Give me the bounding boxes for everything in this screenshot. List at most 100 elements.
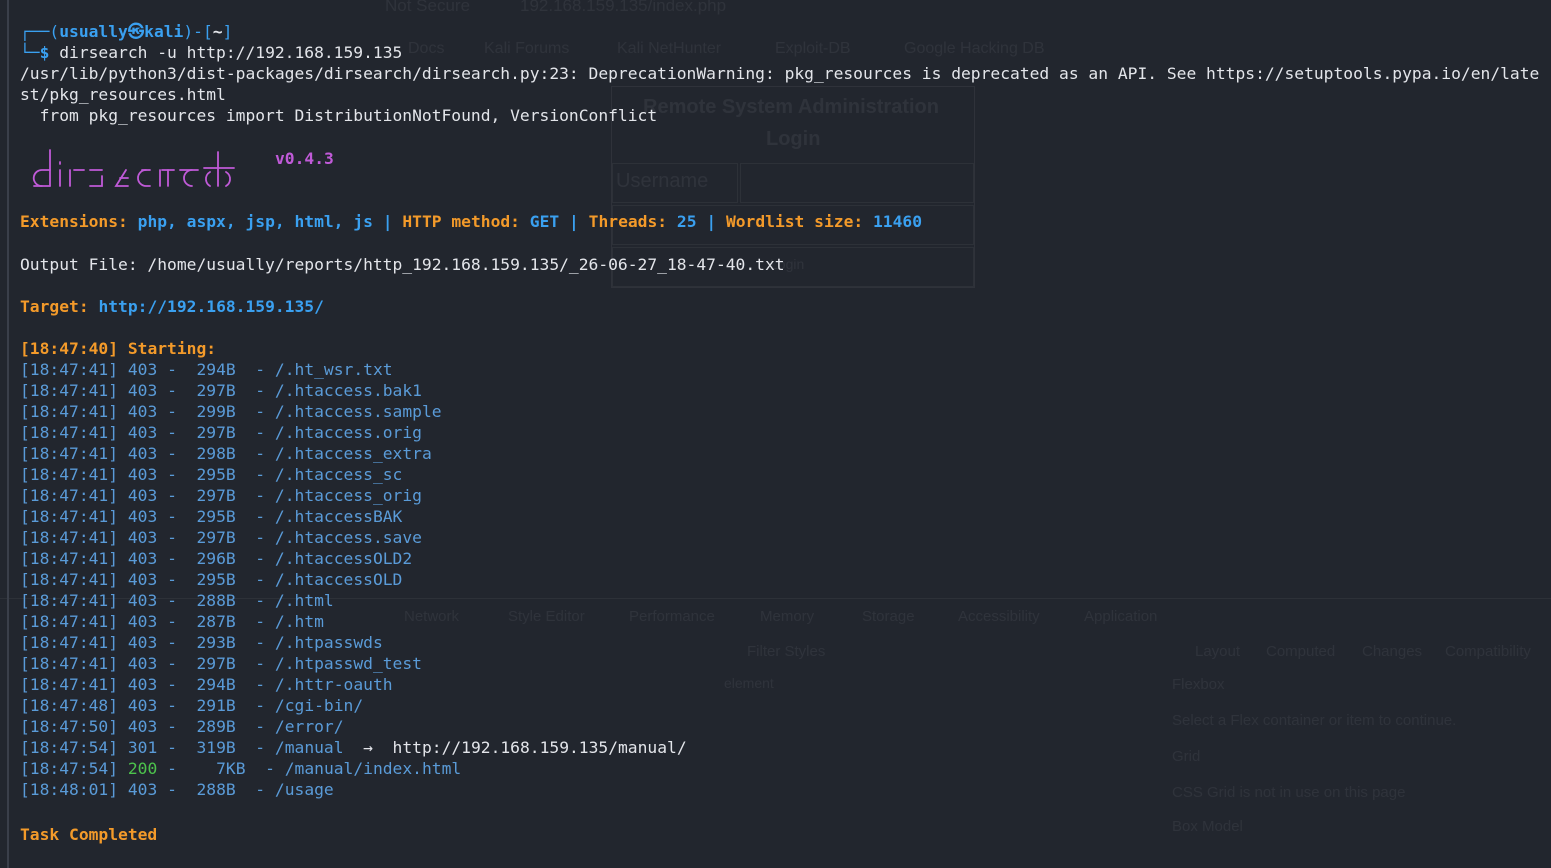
prompt-host: kali — [144, 22, 184, 41]
dirsearch-ascii-logo — [28, 146, 248, 190]
result-redirect: → http://192.168.159.135/manual/ — [343, 738, 687, 757]
wordlist-label: Wordlist size: — [725, 212, 864, 231]
target-line: Target: http://192.168.159.135/ — [20, 296, 324, 317]
result-size: 293B — [186, 633, 236, 652]
table-row: [18:47:41] 403 - 287B - /.htm — [20, 612, 324, 631]
result-status: 403 — [127, 780, 158, 799]
terminal-output[interactable]: ┌──(usually㉿kali)-[~] └─$ dirsearch -u h… — [0, 0, 1551, 868]
result-time: [18:47:41] — [20, 633, 119, 652]
result-time: [18:47:54] — [20, 738, 119, 757]
result-status: 403 — [127, 717, 158, 736]
command-text: dirsearch -u http://192.168.159.135 — [59, 43, 403, 62]
prompt-path: ~ — [212, 22, 223, 41]
table-row: [18:47:41] 403 - 295B - /.htaccess_sc — [20, 465, 403, 484]
result-status: 403 — [127, 465, 158, 484]
wordlist-value: 11460 — [872, 212, 922, 231]
warning-line-1: /usr/lib/python3/dist-packages/dirsearch… — [20, 64, 1540, 83]
result-path: /.html — [274, 591, 334, 610]
result-status: 301 — [127, 738, 158, 757]
result-status: 200 — [127, 759, 158, 778]
result-time: [18:47:41] — [20, 360, 119, 379]
table-row: [18:47:41] 403 - 297B - /.htpasswd_test — [20, 654, 422, 673]
result-time: [18:47:41] — [20, 381, 119, 400]
result-time: [18:47:41] — [20, 549, 119, 568]
result-path: /.httr-oauth — [274, 675, 393, 694]
command-line: └─$ dirsearch -u http://192.168.159.135 — [20, 43, 403, 62]
result-size: 7KB — [186, 759, 246, 778]
warning-line-3: from pkg_resources import DistributionNo… — [20, 106, 658, 125]
table-row: [18:47:48] 403 - 291B - /cgi-bin/ — [20, 696, 364, 715]
starting-label: Starting: — [127, 339, 217, 358]
table-row: [18:47:41] 403 - 295B - /.htaccessBAK — [20, 507, 403, 526]
table-row: [18:47:41] 403 - 297B - /.htaccess.orig — [20, 423, 422, 442]
task-completed: Task Completed — [20, 825, 158, 844]
table-row: [18:47:50] 403 - 289B - /error/ — [20, 717, 344, 736]
table-row: [18:47:41] 403 - 296B - /.htaccessOLD2 — [20, 549, 413, 568]
result-time: [18:47:41] — [20, 507, 119, 526]
result-status: 403 — [127, 675, 158, 694]
result-size: 297B — [186, 381, 236, 400]
result-path: /.htaccess.sample — [274, 402, 442, 421]
config-line: Extensions: php, aspx, jsp, html, js | H… — [20, 212, 922, 231]
result-size: 296B — [186, 549, 236, 568]
result-size: 287B — [186, 612, 236, 631]
result-size: 297B — [186, 486, 236, 505]
method-value: GET — [529, 212, 560, 231]
result-time: [18:47:41] — [20, 444, 119, 463]
extensions-value: php, aspx, jsp, html, js — [137, 212, 373, 231]
starting-line: [18:47:40] Starting: — [20, 338, 216, 359]
result-status: 403 — [127, 633, 158, 652]
result-time: [18:47:41] — [20, 465, 119, 484]
result-size: 295B — [186, 507, 236, 526]
result-size: 297B — [186, 423, 236, 442]
result-time: [18:47:41] — [20, 654, 119, 673]
result-status: 403 — [127, 654, 158, 673]
result-path: /.htpasswd_test — [274, 654, 422, 673]
target-label: Target: — [20, 297, 89, 316]
result-path: /.ht_wsr.txt — [274, 360, 393, 379]
table-row: [18:47:41] 403 - 297B - /.htaccess.bak1 — [20, 381, 422, 400]
result-size: 319B — [186, 738, 236, 757]
result-path: /.htaccess_orig — [274, 486, 422, 505]
table-row: [18:47:41] 403 - 297B - /.htaccess.save — [20, 528, 422, 547]
result-status: 403 — [127, 507, 158, 526]
result-size: 291B — [186, 696, 236, 715]
result-status: 403 — [127, 486, 158, 505]
target-url: http://192.168.159.135/ — [98, 297, 324, 316]
table-row: [18:47:41] 403 - 299B - /.htaccess.sampl… — [20, 402, 442, 421]
method-label: HTTP method: — [402, 212, 520, 231]
result-time: [18:47:54] — [20, 759, 119, 778]
result-status: 403 — [127, 402, 158, 421]
result-path: /cgi-bin/ — [274, 696, 364, 715]
result-size: 295B — [186, 465, 236, 484]
prompt-symbol: ㉿ — [127, 22, 145, 41]
result-size: 294B — [186, 675, 236, 694]
result-time: [18:47:41] — [20, 402, 119, 421]
table-row: [18:47:41] 403 - 294B - /.ht_wsr.txt — [20, 360, 393, 379]
result-path: /error/ — [274, 717, 344, 736]
result-size: 297B — [186, 654, 236, 673]
result-path: /manual/index.html — [284, 759, 462, 778]
result-path: /.htaccess_sc — [274, 465, 403, 484]
result-size: 288B — [186, 780, 236, 799]
result-status: 403 — [127, 360, 158, 379]
result-path: /manual — [274, 738, 344, 757]
result-status: 403 — [127, 591, 158, 610]
result-time: [18:47:41] — [20, 675, 119, 694]
table-row: [18:47:41] 403 - 295B - /.htaccessOLD — [20, 570, 403, 589]
threads-label: Threads: — [588, 212, 668, 231]
result-status: 403 — [127, 444, 158, 463]
table-row: [18:47:54] 200 - 7KB - /manual/index.htm… — [20, 759, 462, 778]
result-size: 288B — [186, 591, 236, 610]
table-row: [18:48:01] 403 - 288B - /usage — [20, 780, 334, 799]
table-row: [18:47:41] 403 - 294B - /.httr-oauth — [20, 675, 393, 694]
result-time: [18:47:50] — [20, 717, 119, 736]
result-status: 403 — [127, 570, 158, 589]
table-row: [18:47:41] 403 - 293B - /.htpasswds — [20, 633, 383, 652]
prompt-line: ┌──(usually㉿kali)-[~] — [20, 22, 233, 41]
threads-value: 25 — [676, 212, 697, 231]
result-status: 403 — [127, 528, 158, 547]
output-file-line: Output File: /home/usually/reports/http_… — [20, 255, 785, 274]
warning-line-2: st/pkg_resources.html — [20, 85, 226, 104]
result-size: 289B — [186, 717, 236, 736]
